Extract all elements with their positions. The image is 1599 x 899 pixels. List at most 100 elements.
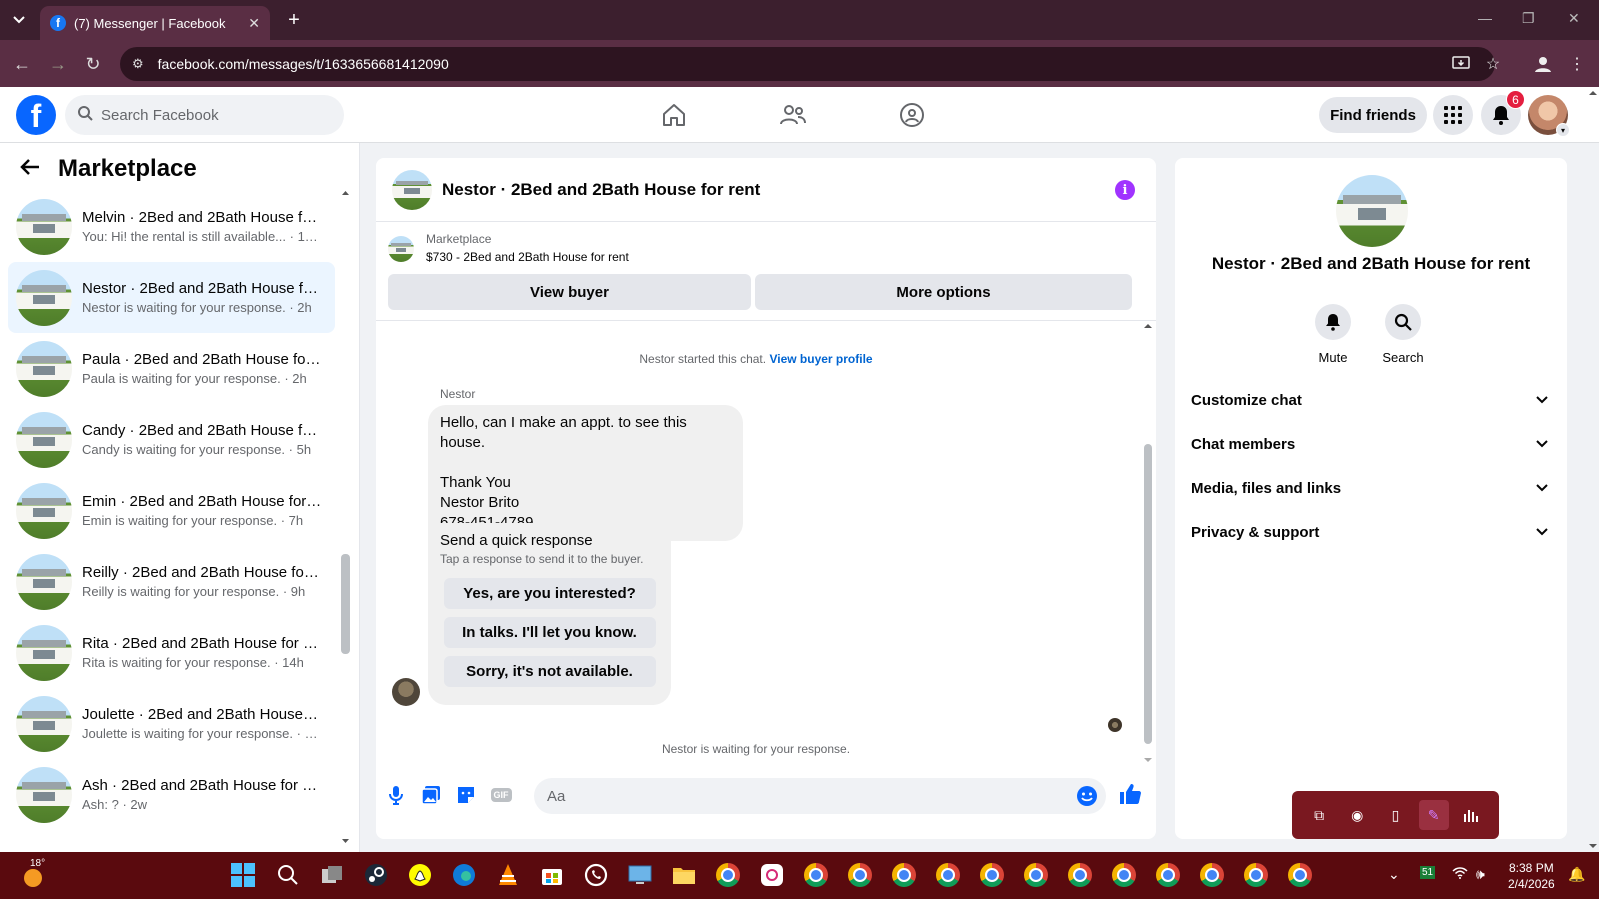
conversation-item-reilly[interactable]: Reilly · 2Bed and 2Bath House for rent Re…: [8, 546, 335, 617]
attach-photo-icon[interactable]: [419, 783, 443, 807]
tab-search-dropdown-icon[interactable]: [6, 8, 32, 32]
conversation-info-icon[interactable]: i: [1115, 180, 1135, 200]
capture-icon[interactable]: ⧉: [1304, 800, 1334, 830]
chrome-profile-icon[interactable]: [1286, 861, 1314, 889]
account-avatar[interactable]: ▾: [1528, 95, 1570, 137]
media-files-links-section[interactable]: Media, files and links: [1191, 466, 1551, 510]
install-app-icon[interactable]: [1450, 53, 1472, 75]
steam-icon[interactable]: ◉: [1342, 800, 1372, 830]
more-options-button[interactable]: More options: [755, 274, 1132, 310]
search-conversation-button[interactable]: Search: [1373, 304, 1433, 365]
edge-app-icon[interactable]: [450, 861, 478, 889]
url-field[interactable]: ⚙ facebook.com/messages/t/16336566814120…: [120, 47, 1495, 81]
chrome-profile-icon[interactable]: [1154, 861, 1182, 889]
gif-icon[interactable]: GIF: [489, 783, 513, 807]
conversation-item-ash[interactable]: Ash · 2Bed and 2Bath House for rent Ash: …: [8, 759, 335, 830]
system-clock[interactable]: 8:38 PM 2/4/2026: [1508, 860, 1555, 892]
restore-window-icon[interactable]: ❐: [1522, 10, 1535, 27]
conversation-item-nestor[interactable]: Nestor · 2Bed and 2Bath House for rent Ne…: [8, 262, 335, 333]
chrome-profile-icon[interactable]: [934, 861, 962, 889]
steam-app-icon[interactable]: [362, 861, 390, 889]
site-info-icon[interactable]: ⚙: [132, 56, 144, 72]
voice-clip-icon[interactable]: [384, 783, 408, 807]
quick-response-button[interactable]: Sorry, it's not available.: [443, 656, 656, 687]
chrome-profile-icon[interactable]: [846, 861, 874, 889]
marketplace-listing-summary[interactable]: Marketplace $730 - 2Bed and 2Bath House …: [388, 232, 629, 264]
minimize-window-icon[interactable]: —: [1478, 10, 1492, 26]
tray-overflow-chevron-icon[interactable]: ⌄: [1388, 866, 1400, 883]
phone-icon[interactable]: ▯: [1380, 800, 1410, 830]
conversation-item-melvin[interactable]: Melvin · 2Bed and 2Bath House for rent Yo…: [8, 191, 335, 262]
whatsapp-app-icon[interactable]: [582, 861, 610, 889]
close-window-icon[interactable]: ✕: [1568, 10, 1580, 27]
file-explorer-icon[interactable]: [670, 861, 698, 889]
chrome-profile-icon[interactable]: [1242, 861, 1270, 889]
sidebar-scrollbar[interactable]: [340, 189, 351, 843]
conversation-avatar[interactable]: [1336, 175, 1408, 247]
back-icon[interactable]: ←: [9, 51, 35, 77]
sender-avatar[interactable]: [392, 678, 420, 706]
search-facebook-input[interactable]: Search Facebook: [65, 95, 344, 135]
sidebar-scrollbar-thumb[interactable]: [341, 554, 350, 654]
conversation-item-candy[interactable]: Candy · 2Bed and 2Bath House for rent Can…: [8, 404, 335, 475]
conversation-item-joulette[interactable]: Joulette · 2Bed and 2Bath House for rent…: [8, 688, 335, 759]
tray-app-icon[interactable]: 51: [1420, 866, 1436, 879]
page-scrollbar[interactable]: [1587, 87, 1599, 852]
vlc-app-icon[interactable]: [494, 861, 522, 889]
quick-response-button[interactable]: In talks. I'll let you know.: [443, 617, 656, 648]
instagram-app-icon[interactable]: [758, 861, 786, 889]
chat-title[interactable]: Nestor · 2Bed and 2Bath House for rent: [442, 180, 760, 200]
snapchat-app-icon[interactable]: [406, 861, 434, 889]
new-tab-icon[interactable]: +: [282, 8, 306, 32]
chrome-profile-icon[interactable]: [1022, 861, 1050, 889]
microsoft-store-icon[interactable]: [538, 861, 566, 889]
privacy-support-section[interactable]: Privacy & support: [1191, 510, 1551, 554]
reload-icon[interactable]: ↻: [80, 51, 106, 77]
volume-icon[interactable]: 🕪: [1476, 866, 1485, 883]
facebook-logo-icon[interactable]: f: [16, 95, 56, 135]
start-windows-icon[interactable]: [229, 861, 257, 889]
chrome-profile-icon[interactable]: [1198, 861, 1226, 889]
conversation-item-emin[interactable]: Emin · 2Bed and 2Bath House for rent Emin…: [8, 475, 335, 546]
wifi-icon[interactable]: [1452, 866, 1468, 882]
task-view-icon[interactable]: [318, 861, 346, 889]
performance-bars-icon[interactable]: [1457, 800, 1487, 830]
mute-button[interactable]: Mute: [1303, 304, 1363, 365]
chrome-profile-icon[interactable]: [890, 861, 918, 889]
chat-scrollbar-thumb[interactable]: [1144, 444, 1152, 744]
chrome-profile-icon[interactable]: [1110, 861, 1138, 889]
view-buyer-profile-link[interactable]: View buyer profile: [769, 352, 872, 366]
bookmark-star-icon[interactable]: ☆: [1482, 53, 1504, 75]
browser-tab-messenger[interactable]: f (7) Messenger | Facebook ✕: [40, 6, 270, 40]
screen-app-icon[interactable]: [626, 861, 654, 889]
conversation-item-paula[interactable]: Paula · 2Bed and 2Bath House for rent Pau…: [8, 333, 335, 404]
chat-scrollbar[interactable]: [1142, 320, 1154, 762]
browser-menu-icon[interactable]: ⋮: [1566, 53, 1588, 75]
message-input[interactable]: Aa: [534, 778, 1106, 814]
view-buyer-button[interactable]: View buyer: [388, 274, 751, 310]
chrome-taskbar-icon[interactable]: [714, 861, 742, 889]
home-icon[interactable]: [658, 99, 690, 131]
close-tab-icon[interactable]: ✕: [248, 15, 260, 32]
back-arrow-icon[interactable]: [20, 156, 40, 182]
like-thumbs-up-icon[interactable]: [1118, 782, 1142, 806]
chrome-profile-icon[interactable]: [1066, 861, 1094, 889]
groups-icon[interactable]: [896, 99, 928, 131]
friends-icon[interactable]: [777, 99, 809, 131]
chat-members-section[interactable]: Chat members: [1191, 422, 1551, 466]
quick-response-button[interactable]: Yes, are you interested?: [443, 578, 656, 609]
feather-icon[interactable]: ✎: [1418, 800, 1449, 830]
menu-grid-icon[interactable]: [1433, 95, 1473, 135]
taskbar-search-icon[interactable]: [274, 861, 302, 889]
sticker-icon[interactable]: [454, 783, 478, 807]
find-friends-button[interactable]: Find friends: [1319, 97, 1427, 133]
chrome-profile-icon[interactable]: [978, 861, 1006, 889]
profile-icon[interactable]: [1532, 53, 1554, 75]
conversation-item-rita[interactable]: Rita · 2Bed and 2Bath House for rent Rita…: [8, 617, 335, 688]
emoji-icon[interactable]: [1076, 785, 1098, 811]
forward-icon[interactable]: →: [45, 51, 71, 77]
notification-center-bell-icon[interactable]: 🔔: [1568, 866, 1585, 883]
chrome-profile-icon[interactable]: [802, 861, 830, 889]
customize-chat-section[interactable]: Customize chat: [1191, 378, 1551, 422]
chat-listing-avatar[interactable]: [392, 169, 432, 210]
